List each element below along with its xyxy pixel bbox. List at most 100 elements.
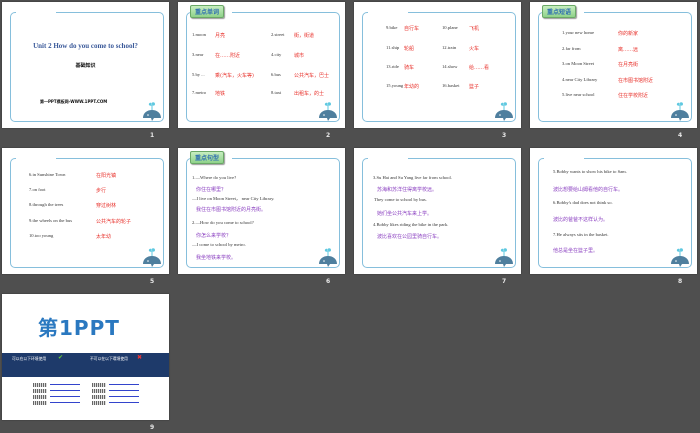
item-chinese: 年幼的 [404,83,420,90]
slide-number: 2 [326,132,331,139]
item-chinese: 在……附近 [215,52,241,59]
item-chinese: 飞机 [469,25,480,32]
link-line[interactable] [50,401,80,403]
slide-thumbnail-2[interactable]: 重点单词 1.moon 月亮 2.street 街，街道 3.near 在……附近 4.cit… [178,2,345,128]
link-line[interactable] [109,401,139,403]
sentence-english: 3.Su Hai and Su Yang live far from schoo… [373,175,452,180]
sentence-chinese: 她们坐公共汽车来上学。 [377,211,433,217]
qr-code-icon [33,389,47,393]
sentence-chinese: 波比的爸爸不这样认为。 [553,217,609,223]
item-chinese: 步行 [96,187,107,194]
item-chinese: 火车 [469,45,480,52]
sentence-english: 6.Bobby's dad does not think so. [553,200,613,205]
item-chinese: 地铁 [215,90,226,97]
item-chinese: 太年幼 [96,233,112,240]
sentence-chinese: 苏海和苏洋住得离学校远。 [377,187,438,193]
sentence-chinese: 波比想要给山姆看他的自行车。 [553,187,624,193]
slide-thumbnail-9[interactable]: 第1PPT 可以在以下环境使用 ✔ 不可以在以下環境使用 ✖ [2,294,169,420]
slide-number: 8 [678,278,683,285]
item-english: 4.city [271,52,282,57]
logo: 第1PPT [38,316,120,340]
whale-icon [669,246,691,268]
sentence-english: 2.—How do you come to school? [192,220,254,225]
link-line[interactable] [50,389,80,391]
slide-thumbnail-1[interactable]: Unit 2 How do you come to school? 基础知识 第一P… [2,2,169,128]
section-tag: 重点句型 [190,151,225,164]
sentence-english: 4.Bobby likes riding the bike in the par… [373,222,449,227]
qr-code-icon [92,395,106,399]
item-english: 9.the wheels on the bus [29,218,72,223]
link-line[interactable] [50,395,80,397]
item-chinese: 公共汽车，巴士 [294,72,330,79]
qr-code-icon [33,383,47,387]
slide-thumbnail-4[interactable]: 重点短语 1.your new home 你的新家 2.far from 离……远 3.o… [530,2,697,128]
sentence-chinese: 你怎么来学校？ [196,233,232,239]
item-english: 15.young [386,83,404,88]
item-english: 11.ship [386,45,400,50]
frame-gap [368,10,408,14]
slide-thumbnail-7[interactable]: 3.Su Hai and Su Yang live far from schoo… [354,148,521,274]
whale-icon [493,246,515,268]
slide-thumbnail-5[interactable]: 6.in Sunshine Town 在阳光镇 7.on foot 步行 8.throu… [2,148,169,274]
qr-code-icon [92,383,106,387]
check-icon: ✔ [58,355,64,361]
qr-code-icon [33,395,47,399]
sentence-chinese: 我坐地铁来学校。 [196,255,237,261]
item-english: 3.on Moon Street [562,61,595,66]
item-chinese: 在阳光镇 [96,172,117,179]
item-english: 12.train [442,45,457,50]
whale-icon [493,100,515,122]
link-line[interactable] [50,383,80,385]
item-english: 2.street [271,32,285,37]
item-english: 6.bus [271,72,281,77]
slide-footer: 第一PPT模板网-WWW.1PPT.COM [40,99,108,104]
link-line[interactable] [109,389,139,391]
item-english: 3.near [192,52,204,57]
item-chinese: 你的新家 [618,30,639,37]
cross-icon: ✖ [137,355,143,361]
sentence-english: —I come to school by metro. [192,242,246,247]
slide-number: 5 [150,278,155,285]
whale-icon [317,100,339,122]
slide-thumbnail-3[interactable]: 9.bike 自行车 10.plane 飞机 11.ship 轮船 12.train 火车 13… [354,2,521,128]
frame-gap [368,156,408,160]
sentence-chinese: 我住在市图书馆附近的月亮街。 [196,207,267,213]
sentence-english: They come to school by bus. [374,197,427,202]
item-chinese: 街，街道 [294,32,315,39]
sentence-chinese: 你住在哪里？ [196,187,227,193]
item-chinese: 月亮 [215,32,226,39]
item-english: 1.your new home [562,30,595,35]
item-english: 7.on foot [29,187,46,192]
section-tag: 重点单词 [190,5,225,18]
item-chinese: 城市 [294,52,305,59]
slide-thumbnail-8[interactable]: 5.Bobby wants to show his bike to Sam. 波比… [530,148,697,274]
item-english: 14.show [442,64,458,69]
qr-code-icon [92,389,106,393]
sentence-english: 7.He always sits in the basket. [553,232,609,237]
item-english: 8.taxi [271,90,282,95]
item-english: 10.plane [442,25,458,30]
slide-subtitle: 基础知识 [75,63,96,69]
item-english: 8.through the trees [29,202,64,207]
slide-number: 6 [326,278,331,285]
item-english: 1.moon [192,32,206,37]
frame-gap [16,10,56,14]
item-chinese: 出租车，的士 [294,90,325,97]
item-chinese: 住在学校附近 [618,92,649,99]
item-chinese: 离……远 [618,46,639,53]
slide-number: 7 [502,278,507,285]
qr-code-icon [33,401,47,405]
slide-thumbnail-6[interactable]: 重点句型 1.—Where do you live? 你住在哪里？ —I live o… [178,148,345,274]
item-chinese: 自行车 [404,25,420,32]
whale-icon [141,100,163,122]
item-english: 6.in Sunshine Town [29,172,66,177]
link-line[interactable] [109,383,139,385]
slide-number: 1 [150,132,155,139]
link-line[interactable] [109,395,139,397]
item-english: 5.live near school [562,92,595,97]
slide-number: 3 [502,132,507,139]
item-chinese: 篮子 [469,83,480,90]
item-english: 10.too young [29,233,54,238]
info-banner: 可以在以下环境使用 ✔ 不可以在以下環境使用 ✖ [2,353,169,377]
slide-number: 4 [678,132,683,139]
